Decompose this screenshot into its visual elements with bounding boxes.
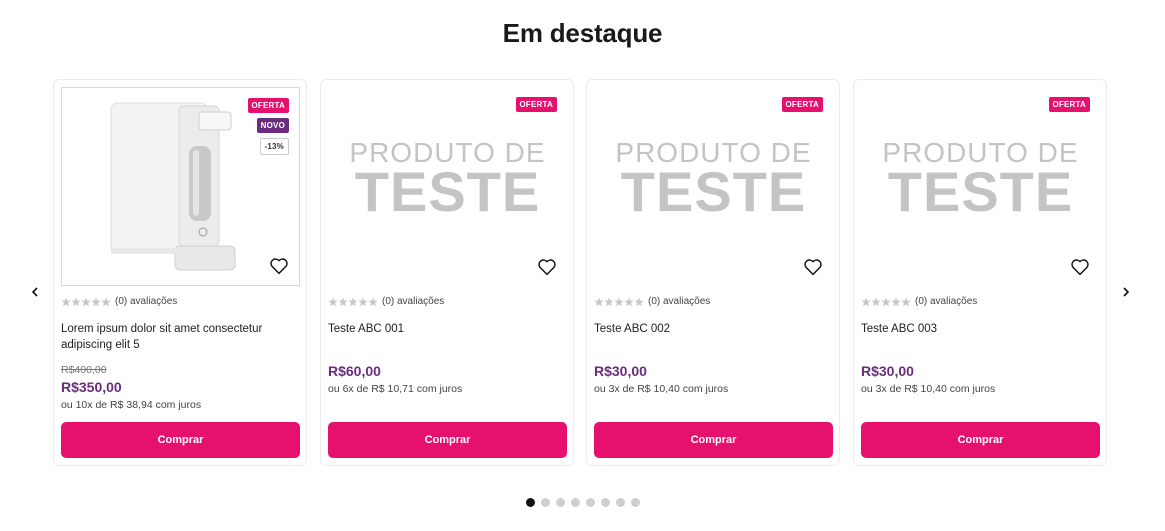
section-title: Em destaque xyxy=(502,18,663,48)
star-icon xyxy=(338,297,348,306)
placeholder-image: PRODUTO DE TESTE xyxy=(861,139,1100,223)
installment-info: ou 6x de R$ 10,71 com juros xyxy=(328,383,463,395)
rating-count: (0) avaliações xyxy=(915,296,978,307)
star-icon xyxy=(634,297,644,306)
product-name[interactable]: Lorem ipsum dolor sit amet consectetur a… xyxy=(61,321,301,353)
heart-icon[interactable] xyxy=(803,258,823,276)
product-card[interactable]: OFERTA NOVO -13% (0) avaliações Lorem ip… xyxy=(53,79,307,466)
product-image[interactable]: PRODUTO DE TESTE OFERTA xyxy=(594,87,833,286)
product-card[interactable]: PRODUTO DE TESTE OFERTA (0) avaliações T… xyxy=(586,79,840,466)
discount-badge: -13% xyxy=(259,138,289,155)
product-name[interactable]: Teste ABC 002 xyxy=(594,321,834,337)
product-name[interactable]: Teste ABC 003 xyxy=(861,321,1101,337)
product-card[interactable]: PRODUTO DE TESTE OFERTA (0) avaliações T… xyxy=(853,79,1107,466)
rating-stars xyxy=(61,297,111,307)
star-icon xyxy=(348,297,358,306)
rating-count: (0) avaliações xyxy=(648,296,711,307)
chevron-right-icon xyxy=(1123,287,1130,297)
star-icon xyxy=(614,297,624,306)
rating: (0) avaliações xyxy=(328,296,444,307)
star-icon xyxy=(71,297,81,306)
carousel-dot[interactable] xyxy=(615,498,625,507)
rating-count: (0) avaliações xyxy=(115,296,178,307)
carousel-pagination xyxy=(0,498,1165,507)
buy-button[interactable]: Comprar xyxy=(594,422,833,458)
placeholder-line2: TESTE xyxy=(620,160,807,223)
price: R$60,00 xyxy=(328,363,381,379)
carousel-prev-button[interactable] xyxy=(23,280,47,304)
buy-button[interactable]: Comprar xyxy=(861,422,1100,458)
star-icon xyxy=(358,297,368,306)
rating: (0) avaliações xyxy=(61,296,177,307)
rating-stars xyxy=(594,297,644,307)
carousel-dot[interactable] xyxy=(630,498,640,507)
placeholder-image: PRODUTO DE TESTE xyxy=(328,139,567,223)
product-image[interactable]: PRODUTO DE TESTE OFERTA xyxy=(861,87,1100,286)
star-icon xyxy=(901,297,911,306)
old-price: R$400,00 xyxy=(61,364,107,376)
heart-icon[interactable] xyxy=(1070,258,1090,276)
installment-info: ou 3x de R$ 10,40 com juros xyxy=(861,383,996,395)
product-image[interactable]: PRODUTO DE TESTE OFERTA xyxy=(328,87,567,286)
star-icon xyxy=(891,297,901,306)
installment-info: ou 3x de R$ 10,40 com juros xyxy=(594,383,729,395)
carousel-dot[interactable] xyxy=(570,498,580,507)
rating: (0) avaliações xyxy=(594,296,710,307)
water-purifier-image xyxy=(110,102,236,271)
offer-badge: OFERTA xyxy=(515,97,557,112)
product-image[interactable]: OFERTA NOVO -13% xyxy=(61,87,300,286)
star-icon xyxy=(861,297,871,306)
placeholder-line2: TESTE xyxy=(354,160,541,223)
product-name[interactable]: Teste ABC 001 xyxy=(328,321,568,337)
star-icon xyxy=(81,297,91,306)
star-icon xyxy=(101,297,111,306)
placeholder-line2: TESTE xyxy=(887,160,1074,223)
carousel-next-button[interactable] xyxy=(1114,280,1138,304)
placeholder-image: PRODUTO DE TESTE xyxy=(594,139,833,223)
price: R$350,00 xyxy=(61,379,122,395)
product-card[interactable]: PRODUTO DE TESTE OFERTA (0) avaliações T… xyxy=(320,79,574,466)
carousel-dot[interactable] xyxy=(585,498,595,507)
heart-icon[interactable] xyxy=(537,258,557,276)
offer-badge: OFERTA xyxy=(781,97,823,112)
star-icon xyxy=(328,297,338,306)
offer-badge: OFERTA xyxy=(1048,97,1090,112)
price: R$30,00 xyxy=(594,363,647,379)
carousel-dot[interactable] xyxy=(540,498,550,507)
rating-stars xyxy=(328,297,378,307)
price: R$30,00 xyxy=(861,363,914,379)
new-badge: NOVO xyxy=(256,118,289,133)
star-icon xyxy=(604,297,614,306)
installment-info: ou 10x de R$ 38,94 com juros xyxy=(61,399,202,411)
star-icon xyxy=(61,297,71,306)
star-icon xyxy=(881,297,891,306)
carousel-dot[interactable] xyxy=(525,498,535,507)
carousel-dot[interactable] xyxy=(600,498,610,507)
heart-icon[interactable] xyxy=(269,257,289,275)
rating: (0) avaliações xyxy=(861,296,977,307)
carousel-dot[interactable] xyxy=(555,498,565,507)
offer-badge: OFERTA xyxy=(247,98,289,113)
star-icon xyxy=(91,297,101,306)
star-icon xyxy=(871,297,881,306)
star-icon xyxy=(368,297,378,306)
buy-button[interactable]: Comprar xyxy=(328,422,567,458)
buy-button[interactable]: Comprar xyxy=(61,422,300,458)
rating-count: (0) avaliações xyxy=(382,296,445,307)
rating-stars xyxy=(861,297,911,307)
star-icon xyxy=(594,297,604,306)
star-icon xyxy=(624,297,634,306)
chevron-left-icon xyxy=(31,287,38,297)
